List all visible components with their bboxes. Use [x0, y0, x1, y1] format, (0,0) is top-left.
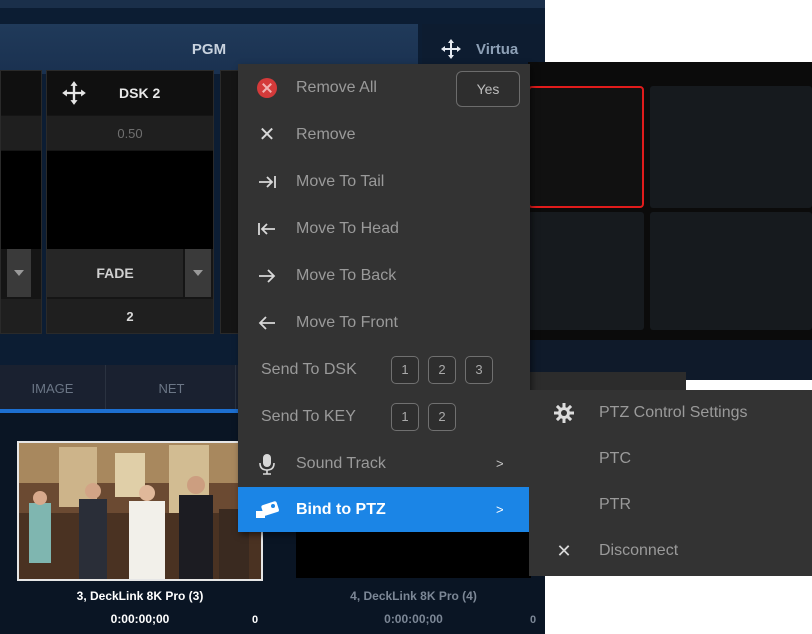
submenu-item-label: Disconnect	[599, 542, 679, 559]
menu-item-label: Move To Tail	[296, 172, 385, 190]
menu-item-sound-track[interactable]: Sound Track >	[238, 440, 530, 487]
yes-button[interactable]: Yes	[456, 71, 520, 107]
dsk1-preview	[1, 151, 41, 249]
dsk1-count	[1, 299, 41, 333]
key-1-button[interactable]: 1	[391, 402, 419, 431]
chevron-down-icon	[14, 270, 24, 276]
arrow-right-icon	[238, 267, 296, 285]
menu-item-label: Send To KEY	[261, 407, 356, 425]
source-timecode: 0:00:00;00	[110, 612, 170, 626]
arrow-to-start-icon	[238, 220, 296, 238]
submenu-item-ptc[interactable]: PTC	[529, 436, 812, 482]
top-strip	[0, 0, 545, 8]
arrow-to-end-icon	[238, 173, 296, 191]
menu-item-label: Remove	[296, 125, 356, 143]
submenu-arrow: >	[496, 456, 504, 471]
dsk1-header	[1, 71, 41, 115]
multiview-cell[interactable]	[650, 86, 812, 208]
dsk1-value	[1, 116, 41, 150]
remove-all-icon	[257, 77, 277, 98]
context-menu: Remove All Yes ✕ Remove Move To Tail Mov…	[238, 64, 530, 532]
menu-item-bind-to-ptz[interactable]: Bind to PTZ >	[238, 487, 530, 532]
dsk-1-button[interactable]: 1	[391, 355, 419, 384]
dsk2-label: DSK 2	[119, 85, 161, 101]
submenu-item-label: PTC	[599, 450, 631, 467]
menu-item-send-to-dsk: Send To DSK 1 2 3	[238, 346, 530, 393]
multiview-cell[interactable]	[650, 212, 812, 330]
source-timecode: 0:00:00;00	[384, 612, 443, 626]
transition-dropdown[interactable]	[185, 249, 211, 297]
dsk2-column: DSK 2 0.50 FADE 2	[46, 70, 214, 334]
dsk2-header: DSK 2	[47, 71, 213, 115]
source-thumbnail-4[interactable]	[296, 530, 531, 578]
submenu-arrow: >	[496, 502, 504, 517]
source-name: 3, DeckLink 8K Pro (3)	[76, 589, 204, 603]
ptz-submenu: PTZ Control Settings PTC PTR ✕ Disconnec…	[529, 390, 812, 576]
multiview-strip	[528, 372, 686, 390]
move-icon	[441, 39, 461, 59]
menu-item-label: Send To DSK	[261, 360, 357, 378]
chevron-down-icon	[193, 270, 203, 276]
key-2-button[interactable]: 2	[428, 402, 456, 431]
submenu-item-disconnect[interactable]: ✕ Disconnect	[529, 528, 812, 574]
ptz-camera-icon	[238, 499, 296, 521]
microphone-icon	[238, 453, 296, 475]
transition-button[interactable]: FADE	[47, 249, 183, 297]
dsk2-value: 0.50	[47, 116, 213, 150]
submenu-item-label: PTR	[599, 496, 631, 513]
multiview-cell-selected[interactable]	[528, 86, 644, 208]
menu-item-move-to-tail[interactable]: Move To Tail	[238, 158, 530, 205]
gear-icon	[529, 402, 599, 424]
submenu-item-ptz-control-settings[interactable]: PTZ Control Settings	[529, 390, 812, 436]
source-extra: 0	[251, 614, 259, 626]
dsk2-preview	[47, 151, 213, 249]
transition-value: 2	[47, 299, 213, 333]
menu-item-move-to-back[interactable]: Move To Back	[238, 252, 530, 299]
menu-item-label: Move To Back	[296, 266, 397, 284]
close-icon: ✕	[258, 124, 276, 146]
menu-item-send-to-key: Send To KEY 1 2	[238, 393, 530, 440]
dsk1-dropdown[interactable]	[7, 249, 31, 297]
tab-net[interactable]: NET	[108, 365, 236, 411]
submenu-item-label: PTZ Control Settings	[599, 404, 748, 421]
multiview-cell[interactable]	[528, 212, 644, 330]
menu-item-label: Move To Front	[296, 313, 398, 331]
source-extra: 0	[529, 614, 537, 626]
menu-item-remove-all[interactable]: Remove All Yes	[238, 64, 530, 111]
source-name: 4, DeckLink 8K Pro (4)	[350, 589, 477, 603]
menu-item-label: Move To Head	[296, 219, 399, 237]
source-thumbnail-3[interactable]	[17, 441, 263, 581]
menu-item-move-to-front[interactable]: Move To Front	[238, 299, 530, 346]
dsk-3-button[interactable]: 3	[465, 355, 493, 384]
pgm-title: PGM	[191, 40, 227, 58]
submenu-item-ptr[interactable]: PTR	[529, 482, 812, 528]
dsk1-column	[0, 70, 42, 334]
virtual-tab-label: Virtua	[476, 40, 519, 58]
menu-item-remove[interactable]: ✕ Remove	[238, 111, 530, 158]
move-icon[interactable]	[61, 80, 87, 106]
dsk-2-button[interactable]: 2	[428, 355, 456, 384]
wedding-photo	[19, 443, 261, 579]
close-icon: ✕	[556, 540, 572, 561]
menu-item-label: Sound Track	[296, 454, 386, 472]
tab-image[interactable]: IMAGE	[0, 365, 106, 411]
menu-item-label: Bind to PTZ	[296, 500, 386, 518]
arrow-left-icon	[238, 314, 296, 332]
multiview-panel	[528, 62, 812, 340]
menu-item-move-to-head[interactable]: Move To Head	[238, 205, 530, 252]
